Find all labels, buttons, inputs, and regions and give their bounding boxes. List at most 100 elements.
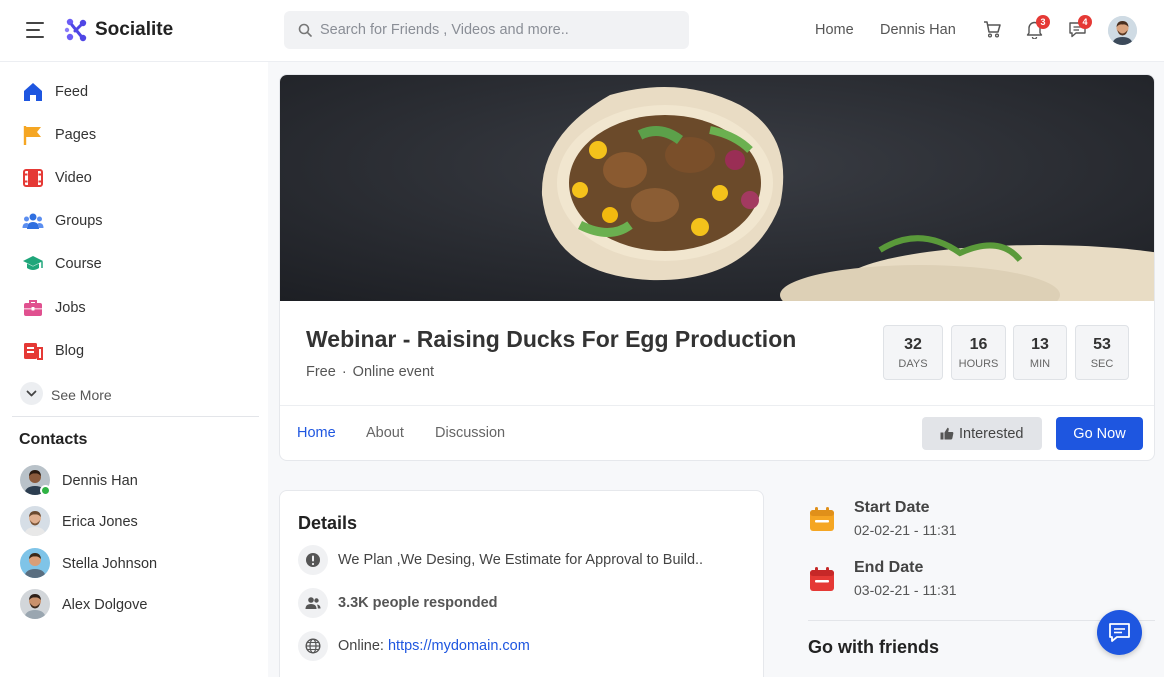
logo-icon[interactable]	[64, 17, 90, 43]
end-date-item: End Date 03-02-21 - 11:31	[808, 559, 1108, 609]
graduation-cap-icon	[23, 256, 43, 270]
sidebar-item-pages[interactable]: Pages	[22, 123, 252, 147]
online-info: Online: https://mydomain.com	[338, 638, 530, 654]
contact-item[interactable]: Erica Jones	[20, 506, 250, 538]
see-more-label: See More	[51, 387, 112, 403]
blog-icon	[24, 343, 43, 360]
calendar-icon	[810, 507, 834, 531]
tab-discussion[interactable]: Discussion	[435, 425, 505, 441]
countdown-hours: 16 HOURS	[951, 325, 1006, 380]
interested-label: Interested	[959, 426, 1024, 442]
countdown-value: 16	[969, 336, 988, 353]
sidebar-item-label: Jobs	[55, 300, 86, 316]
chevron-down-icon	[26, 390, 37, 397]
details-description-row: We Plan ,We Desing, We Estimate for Appr…	[298, 545, 748, 575]
details-title: Details	[298, 513, 358, 533]
sidebar-item-feed[interactable]: Feed	[22, 80, 252, 104]
info-icon	[306, 553, 320, 567]
active-tab-indicator	[296, 460, 335, 461]
contact-name: Erica Jones	[62, 514, 138, 530]
film-icon	[23, 169, 43, 187]
details-responded-row: 3.3K people responded	[298, 588, 748, 618]
card-divider	[280, 405, 1154, 406]
sidebar-item-video[interactable]: Video	[22, 166, 252, 190]
sidebar-item-label: Groups	[55, 213, 103, 229]
countdown-unit: HOURS	[958, 358, 999, 370]
user-avatar[interactable]	[1108, 16, 1137, 45]
contact-name: Alex Dolgove	[62, 597, 148, 613]
sidebar-item-blog[interactable]: Blog	[22, 339, 252, 363]
go-with-friends-title: Go with friends	[808, 637, 940, 657]
end-date-label: End Date	[854, 559, 924, 576]
start-date-value: 02-02-21 - 11:31	[854, 522, 957, 538]
search-icon	[298, 23, 312, 37]
contacts-title: Contacts	[19, 431, 88, 448]
top-header: Socialite Home Dennis Han 3 4	[0, 0, 1164, 62]
sidebar-item-label: Video	[55, 170, 92, 186]
see-more-button[interactable]: See More	[20, 382, 220, 406]
event-banner-image	[280, 75, 1154, 301]
online-event-link[interactable]: https://mydomain.com	[388, 638, 530, 654]
interested-button[interactable]: Interested	[922, 417, 1042, 450]
sidebar-item-course[interactable]: Course	[22, 252, 252, 276]
avatar	[20, 589, 50, 619]
sidebar-item-label: Course	[55, 256, 102, 272]
chat-icon	[1109, 623, 1130, 642]
avatar	[20, 506, 50, 536]
contact-item[interactable]: Stella Johnson	[20, 548, 250, 580]
sidebar: Feed Pages Video Groups Course Jobs Blog…	[0, 62, 268, 677]
contact-name: Stella Johnson	[62, 556, 158, 572]
thumbs-up-icon	[940, 427, 954, 440]
countdown-days: 32 DAYS	[883, 325, 943, 380]
sidebar-item-label: Blog	[55, 343, 85, 359]
contact-name: Dennis Han	[62, 473, 138, 489]
briefcase-icon	[24, 300, 42, 316]
details-online-row: Online: https://mydomain.com	[298, 631, 748, 661]
event-meta: Free · Online event	[306, 364, 435, 380]
menu-icon[interactable]	[26, 22, 46, 38]
go-now-button[interactable]: Go Now	[1056, 417, 1143, 450]
notifications-badge: 3	[1036, 15, 1050, 29]
countdown-seconds: 53 SEC	[1075, 325, 1129, 380]
users-icon	[22, 213, 44, 229]
start-date-item: Start Date 02-02-21 - 11:31	[808, 499, 1108, 549]
globe-icon	[305, 638, 321, 654]
calendar-icon	[810, 567, 834, 591]
flag-icon	[23, 126, 41, 145]
countdown-unit: SEC	[1090, 358, 1114, 370]
people-responded: 3.3K people responded	[338, 595, 498, 611]
sidebar-item-groups[interactable]: Groups	[22, 209, 252, 233]
messages-badge: 4	[1078, 15, 1092, 29]
contact-item[interactable]: Alex Dolgove	[20, 589, 250, 621]
tab-about[interactable]: About	[366, 425, 404, 441]
search-bar[interactable]	[284, 11, 689, 49]
nav-user-link[interactable]: Dennis Han	[880, 22, 956, 38]
countdown-minutes: 13 MIN	[1013, 325, 1067, 380]
cart-icon[interactable]	[983, 20, 1002, 39]
event-type: Online event	[352, 364, 435, 380]
users-icon	[305, 597, 321, 609]
sidebar-item-jobs[interactable]: Jobs	[22, 296, 252, 320]
online-status-dot	[40, 485, 51, 496]
avatar	[20, 548, 50, 578]
details-description: We Plan ,We Desing, We Estimate for Appr…	[338, 552, 704, 568]
sidebar-item-label: Pages	[55, 127, 97, 143]
nav-home-link[interactable]: Home	[815, 22, 854, 38]
tab-home[interactable]: Home	[297, 425, 336, 441]
countdown-value: 32	[904, 336, 922, 353]
contact-item[interactable]: Dennis Han	[20, 465, 250, 497]
online-prefix: Online:	[338, 638, 388, 654]
chat-button[interactable]	[1097, 610, 1142, 655]
countdown-value: 13	[1031, 336, 1049, 353]
end-date-value: 03-02-21 - 11:31	[854, 582, 957, 598]
details-card: Details We Plan ,We Desing, We Estimate …	[279, 490, 764, 677]
countdown-unit: DAYS	[898, 358, 928, 370]
countdown-value: 53	[1093, 336, 1111, 353]
event-card: Webinar - Raising Ducks For Egg Producti…	[279, 74, 1155, 461]
countdown-unit: MIN	[1029, 358, 1051, 370]
sidebar-item-label: Feed	[55, 84, 89, 100]
sidebar-divider	[12, 416, 259, 417]
brand-name[interactable]: Socialite	[95, 19, 173, 41]
start-date-label: Start Date	[854, 499, 930, 516]
search-input[interactable]	[320, 11, 680, 49]
